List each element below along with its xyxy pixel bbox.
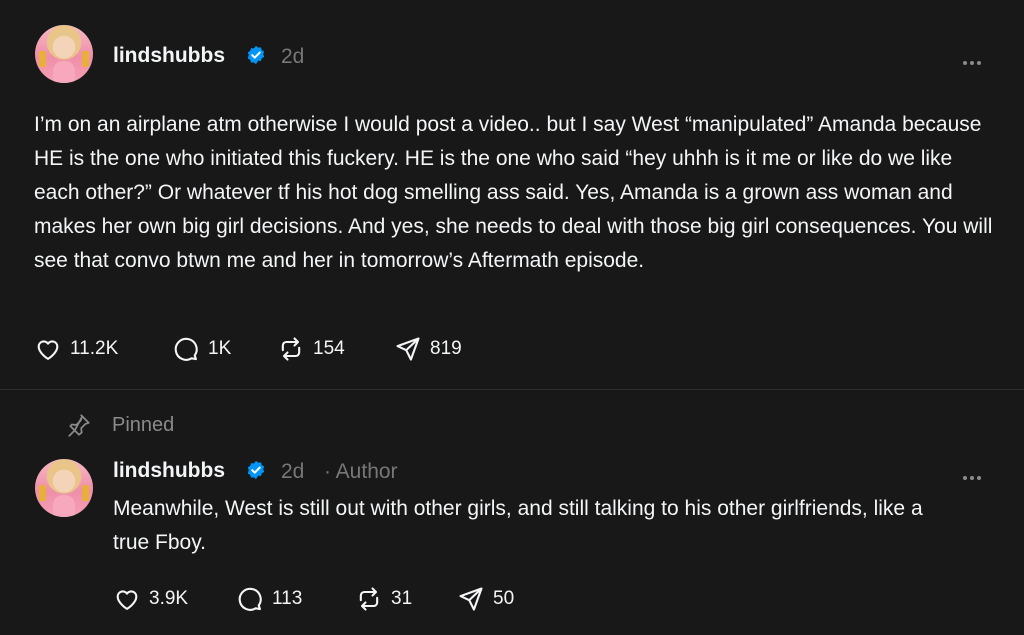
verified-badge-icon <box>247 460 265 480</box>
avatar[interactable] <box>35 459 93 517</box>
post-text: I’m on an airplane atm otherwise I would… <box>34 113 993 272</box>
username[interactable]: lindshubbs <box>113 44 225 68</box>
post-timestamp[interactable]: 2d <box>281 45 304 69</box>
post-text: Meanwhile, West is still out with other … <box>113 497 923 554</box>
repost-count: 154 <box>313 338 345 359</box>
repost-count: 31 <box>391 588 413 609</box>
share-count: 819 <box>430 338 462 359</box>
pin-icon <box>68 414 90 437</box>
like-count: 3.9K <box>149 588 189 609</box>
repost-icon <box>359 587 379 611</box>
reply-icon <box>238 587 262 611</box>
like-button[interactable]: 3.9K <box>113 585 188 613</box>
repost-icon <box>281 337 301 361</box>
reply-icon <box>174 337 198 361</box>
share-button[interactable]: 50 <box>457 585 514 613</box>
share-icon <box>459 587 483 611</box>
avatar-prop <box>82 51 89 67</box>
share-button[interactable]: 819 <box>394 335 462 363</box>
share-icon <box>396 337 420 361</box>
avatar-prop <box>82 485 89 501</box>
avatar[interactable] <box>35 25 93 83</box>
repost-button[interactable]: 154 <box>277 335 345 363</box>
reply-count: 113 <box>272 588 303 609</box>
reply-button[interactable]: 1K <box>172 335 231 363</box>
pinned-label: Pinned <box>112 413 175 436</box>
more-options-icon[interactable] <box>963 52 987 65</box>
username[interactable]: lindshubbs <box>113 459 225 483</box>
heart-icon <box>116 590 138 610</box>
repost-button[interactable]: 31 <box>355 585 412 613</box>
verified-badge-icon <box>247 45 265 65</box>
avatar-prop <box>39 51 46 67</box>
reply-count: 1K <box>208 338 232 359</box>
more-options-icon[interactable] <box>963 467 987 480</box>
author-tag: · Author <box>324 460 398 483</box>
like-button[interactable]: 11.2K <box>34 335 118 363</box>
pinned-indicator: Pinned <box>66 412 174 438</box>
post-divider <box>0 389 1024 390</box>
heart-icon <box>37 340 59 360</box>
share-count: 50 <box>493 588 515 609</box>
avatar-prop <box>39 485 46 501</box>
like-count: 11.2K <box>70 338 119 359</box>
post-timestamp[interactable]: 2d <box>281 460 304 484</box>
reply-button[interactable]: 113 <box>236 585 302 613</box>
